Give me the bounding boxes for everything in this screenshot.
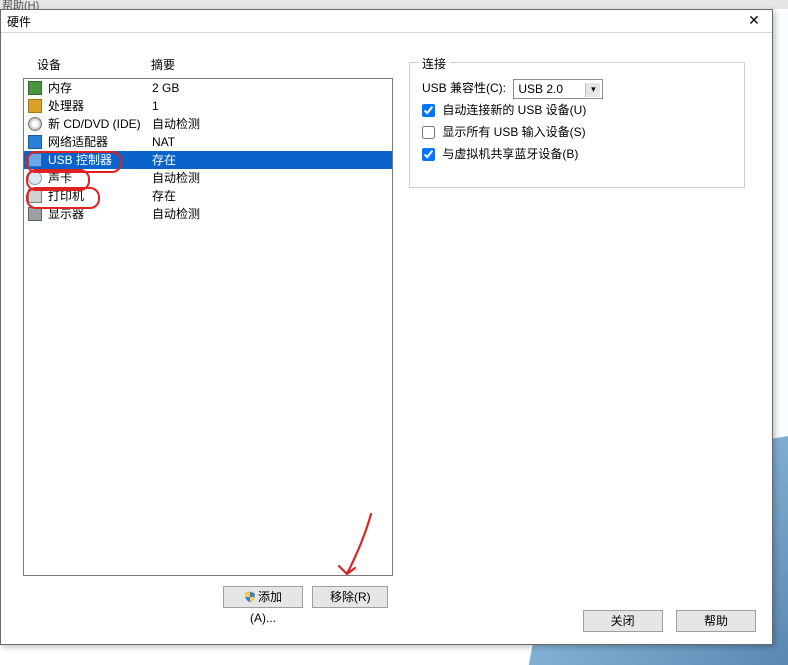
device-label: 声卡 <box>48 169 72 187</box>
col-summary: 摘要 <box>151 56 175 73</box>
remove-button-label: 移除(R) <box>330 590 371 604</box>
checkbox-label-1: 自动连接新的 USB 设备(U) <box>442 103 586 117</box>
window-toolbar-strip: 帮助(H) <box>0 0 788 9</box>
dialog-title: 硬件 <box>7 13 31 30</box>
device-label: 新 CD/DVD (IDE) <box>48 115 141 133</box>
hardware-dialog: 硬件 ✕ 设备 摘要 内存 2 GB 处理器 1 <box>0 9 773 645</box>
checkbox-share-bt[interactable] <box>422 148 435 161</box>
device-label: USB 控制器 <box>48 151 112 169</box>
cd-icon <box>28 117 42 131</box>
device-list[interactable]: 内存 2 GB 处理器 1 新 CD/DVD (IDE) 自动检测 网络适配器 … <box>23 78 393 576</box>
usb-compat-label: USB 兼容性(C): <box>422 77 506 99</box>
device-label: 内存 <box>48 79 72 97</box>
help-button[interactable]: 帮助 <box>676 610 756 632</box>
device-row-usb[interactable]: USB 控制器 存在 <box>24 151 392 169</box>
device-row-cpu[interactable]: 处理器 1 <box>24 97 392 115</box>
checkbox-label-2: 显示所有 USB 输入设备(S) <box>442 125 585 139</box>
dialog-titlebar[interactable]: 硬件 ✕ <box>1 10 772 33</box>
close-button-label: 关闭 <box>611 614 635 628</box>
device-value: 存在 <box>152 151 176 169</box>
col-device: 设备 <box>37 56 61 73</box>
device-panel: 设备 摘要 内存 2 GB 处理器 1 新 CD/DVD (IDE) 自动检测 <box>23 56 393 74</box>
uac-shield-icon <box>244 591 256 603</box>
chevron-down-icon: ▾ <box>585 83 600 97</box>
checkbox-label-3: 与虚拟机共享蓝牙设备(B) <box>442 147 578 161</box>
device-row-cd[interactable]: 新 CD/DVD (IDE) 自动检测 <box>24 115 392 133</box>
device-label: 网络适配器 <box>48 133 108 151</box>
cpu-icon <box>28 99 42 113</box>
usb-compat-combo[interactable]: USB 2.0 ▾ <box>513 79 603 99</box>
device-value: 自动检测 <box>152 205 200 223</box>
add-button[interactable]: 添加(A)... <box>223 586 303 608</box>
device-value: 存在 <box>152 187 176 205</box>
dialog-close-button[interactable]: ✕ <box>736 10 772 32</box>
usb-compat-row: USB 兼容性(C): USB 2.0 ▾ <box>422 77 732 99</box>
device-action-buttons: 添加(A)... 移除(R) <box>23 586 393 612</box>
display-icon <box>28 207 42 221</box>
memory-icon <box>28 81 42 95</box>
device-row-net[interactable]: 网络适配器 NAT <box>24 133 392 151</box>
device-row-sound[interactable]: 声卡 自动检测 <box>24 169 392 187</box>
connection-group-title: 连接 <box>418 55 450 72</box>
device-value: 自动检测 <box>152 169 200 187</box>
checkbox-auto-connect[interactable] <box>422 104 435 117</box>
device-value: 自动检测 <box>152 115 200 133</box>
connection-group: 连接 USB 兼容性(C): USB 2.0 ▾ 自动连接新的 USB 设备(U… <box>409 62 745 188</box>
device-label: 显示器 <box>48 205 84 223</box>
device-row-memory[interactable]: 内存 2 GB <box>24 79 392 97</box>
device-label: 处理器 <box>48 97 84 115</box>
checkbox-row-2: 显示所有 USB 输入设备(S) <box>422 121 732 143</box>
device-label: 打印机 <box>48 187 84 205</box>
usb-compat-value: USB 2.0 <box>518 82 563 96</box>
checkbox-row-3: 与虚拟机共享蓝牙设备(B) <box>422 143 732 165</box>
sound-icon <box>28 171 42 185</box>
checkbox-show-all[interactable] <box>422 126 435 139</box>
device-row-printer[interactable]: 打印机 存在 <box>24 187 392 205</box>
screen: 帮助(H) Mware Air 硬件 ✕ 设备 摘要 内存 2 GB <box>0 0 788 665</box>
network-icon <box>28 135 42 149</box>
printer-icon <box>28 189 42 203</box>
device-value: NAT <box>152 133 175 151</box>
usb-icon <box>28 153 42 167</box>
help-button-label: 帮助 <box>704 614 728 628</box>
device-value: 2 GB <box>152 79 179 97</box>
device-columns: 设备 摘要 <box>23 56 393 74</box>
close-button[interactable]: 关闭 <box>583 610 663 632</box>
device-row-display[interactable]: 显示器 自动检测 <box>24 205 392 223</box>
remove-button[interactable]: 移除(R) <box>312 586 388 608</box>
device-value: 1 <box>152 97 159 115</box>
dialog-bottom-buttons: 关闭 帮助 <box>573 610 756 632</box>
checkbox-row-1: 自动连接新的 USB 设备(U) <box>422 99 732 121</box>
